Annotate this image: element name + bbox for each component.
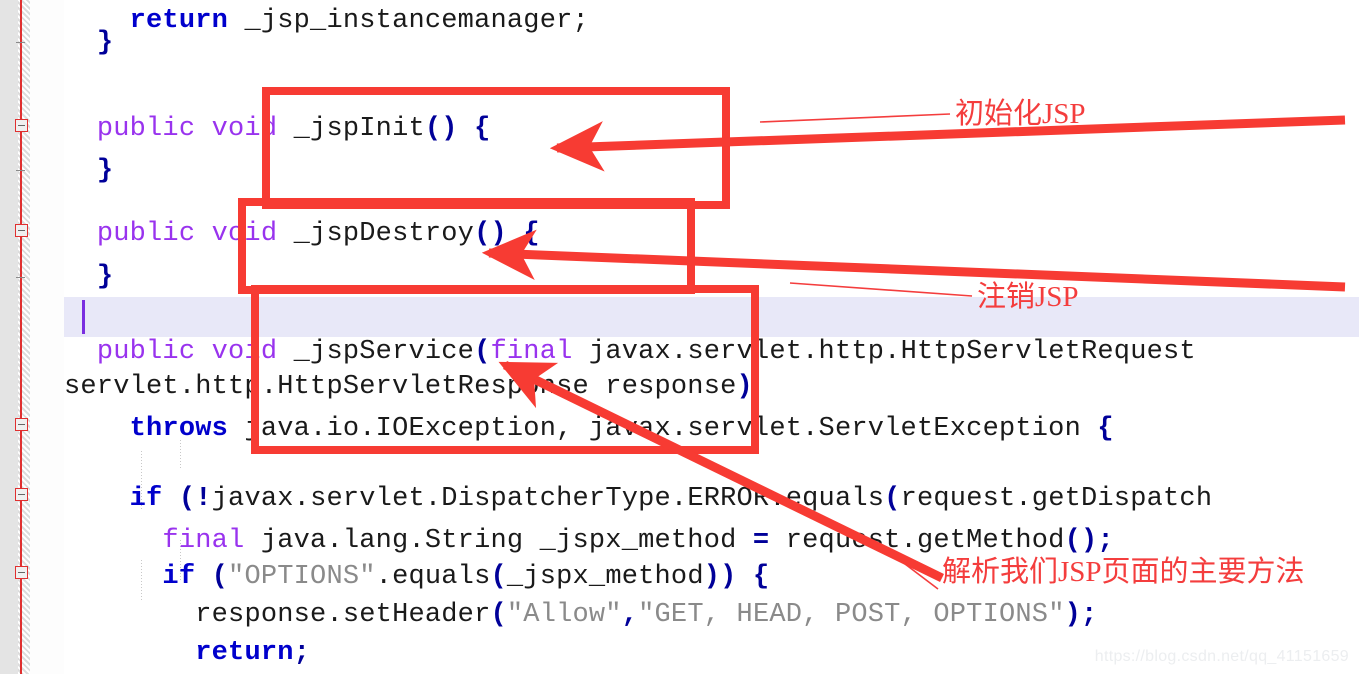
code-fold-toggle[interactable] (15, 224, 28, 237)
site-watermark: https://blog.csdn.net/qq_41151659 (1094, 648, 1349, 665)
code-fold-toggle[interactable] (15, 418, 28, 431)
jspinit-label: 初始化JSP (955, 98, 1086, 130)
code-line: return _jsp_instancemanager; (129, 6, 589, 36)
code-editor-screenshot: return _jsp_instancemanager; } public vo… (0, 0, 1359, 674)
code-fold-end-tick (16, 277, 25, 278)
code-line: } (96, 156, 114, 186)
code-fold-toggle[interactable] (15, 119, 28, 132)
code-line: } (96, 28, 114, 58)
editor-fold-column (30, 0, 64, 674)
code-fold-end-tick (16, 170, 25, 171)
code-line: if ("OPTIONS".equals(_jspx_method)) { (162, 562, 770, 592)
jspdestroy-box (238, 198, 695, 294)
jspdestroy-label: 注销JSP (977, 281, 1079, 313)
code-line: } (96, 262, 114, 292)
code-line: return; (195, 638, 311, 668)
code-fold-end-tick (16, 42, 25, 43)
code-fold-toggle[interactable] (15, 566, 28, 579)
jspservice-box (251, 285, 759, 454)
code-fold-toggle[interactable] (15, 488, 28, 501)
jspinit-box (262, 87, 730, 209)
code-line: response.setHeader("Allow","GET, HEAD, P… (195, 600, 1098, 630)
code-line: if (!javax.servlet.DispatcherType.ERROR.… (129, 484, 1213, 514)
jspservice-label: 解析我们JSP页面的主要方法 (942, 556, 1305, 588)
